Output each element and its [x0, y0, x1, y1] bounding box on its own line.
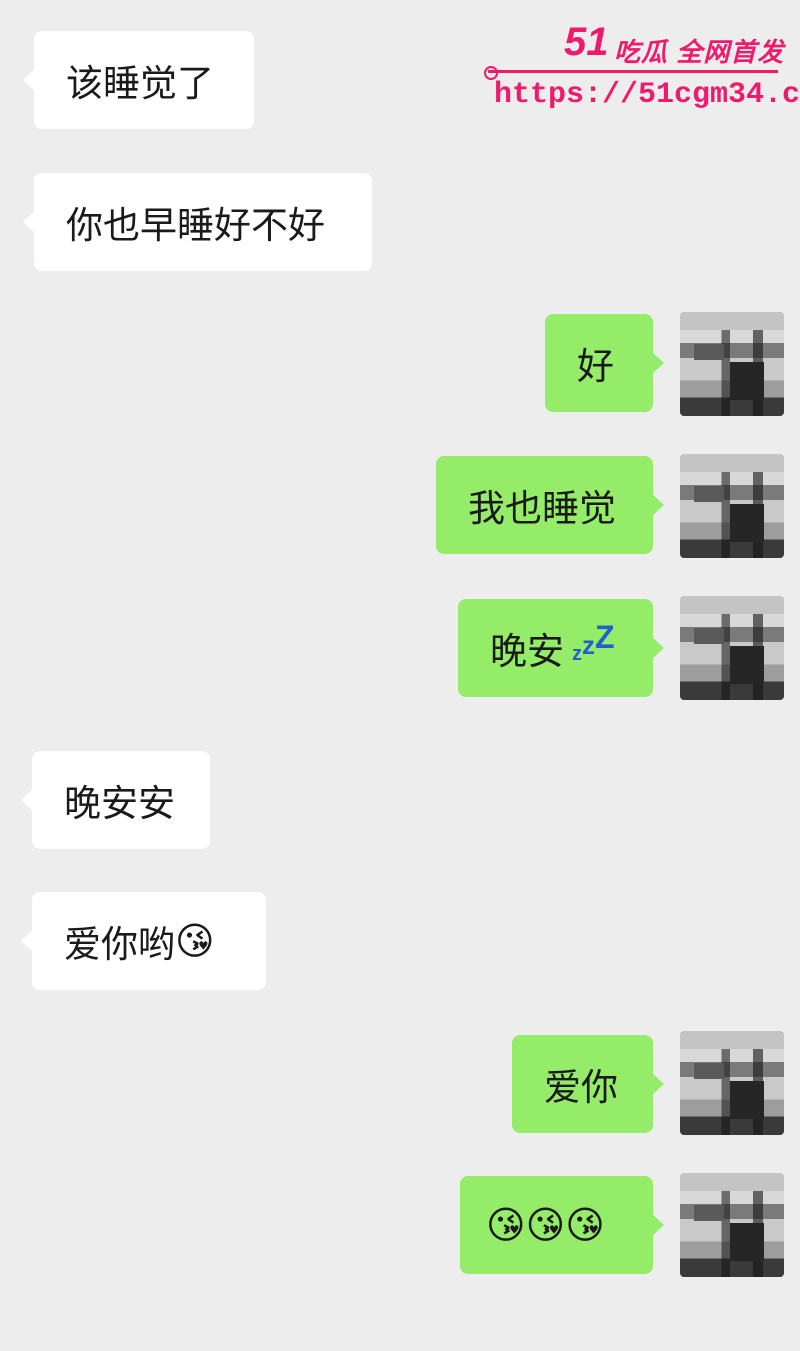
message-text: 好 — [577, 345, 614, 388]
message-bubble-outgoing[interactable]: 晚安 zzZ — [458, 599, 664, 697]
message-bubble-outgoing[interactable]: 我也睡觉 — [436, 456, 664, 554]
message-bubble-incoming[interactable]: 该睡觉了 — [23, 31, 254, 129]
message-bubble-outgoing[interactable]: 爱你 — [512, 1035, 664, 1133]
message-bubble-outgoing[interactable]: 😘😘😘 — [460, 1176, 664, 1274]
watermark-brand-text: 吃瓜 全网首发 — [614, 37, 785, 67]
kiss-emoji-icon: 😘😘😘 — [486, 1203, 605, 1247]
message-text: 爱你 — [544, 1066, 618, 1109]
message-text: 你也早睡好不好 — [66, 204, 325, 247]
message-bubble-incoming[interactable]: 你也早睡好不好 — [23, 173, 372, 271]
kiss-emoji-icon: 😘 — [175, 919, 215, 963]
sleeping-zzz-icon: zzZ — [572, 619, 615, 665]
message-text: 我也睡觉 — [468, 487, 616, 530]
message-text: 爱你哟 — [64, 923, 175, 966]
user-avatar[interactable] — [680, 312, 784, 416]
message-text: 该睡觉了 — [66, 62, 214, 105]
watermark: 51 吃瓜 全网首发 https://51cgm34.com — [484, 20, 800, 120]
watermark-url: https://51cgm34.com — [494, 78, 800, 112]
watermark-brand-number: 51 — [564, 20, 609, 64]
message-bubble-outgoing[interactable]: 好 — [545, 314, 664, 412]
user-avatar[interactable] — [680, 1173, 784, 1277]
message-text: 晚安安 — [64, 782, 175, 825]
message-bubble-incoming[interactable]: 晚安安 — [21, 751, 210, 849]
user-avatar[interactable] — [680, 596, 784, 700]
message-text: 晚安 — [490, 630, 564, 673]
message-bubble-incoming[interactable]: 爱你哟 😘 — [21, 892, 266, 990]
user-avatar[interactable] — [680, 1031, 784, 1135]
watermark-divider — [488, 70, 778, 73]
user-avatar[interactable] — [680, 454, 784, 558]
